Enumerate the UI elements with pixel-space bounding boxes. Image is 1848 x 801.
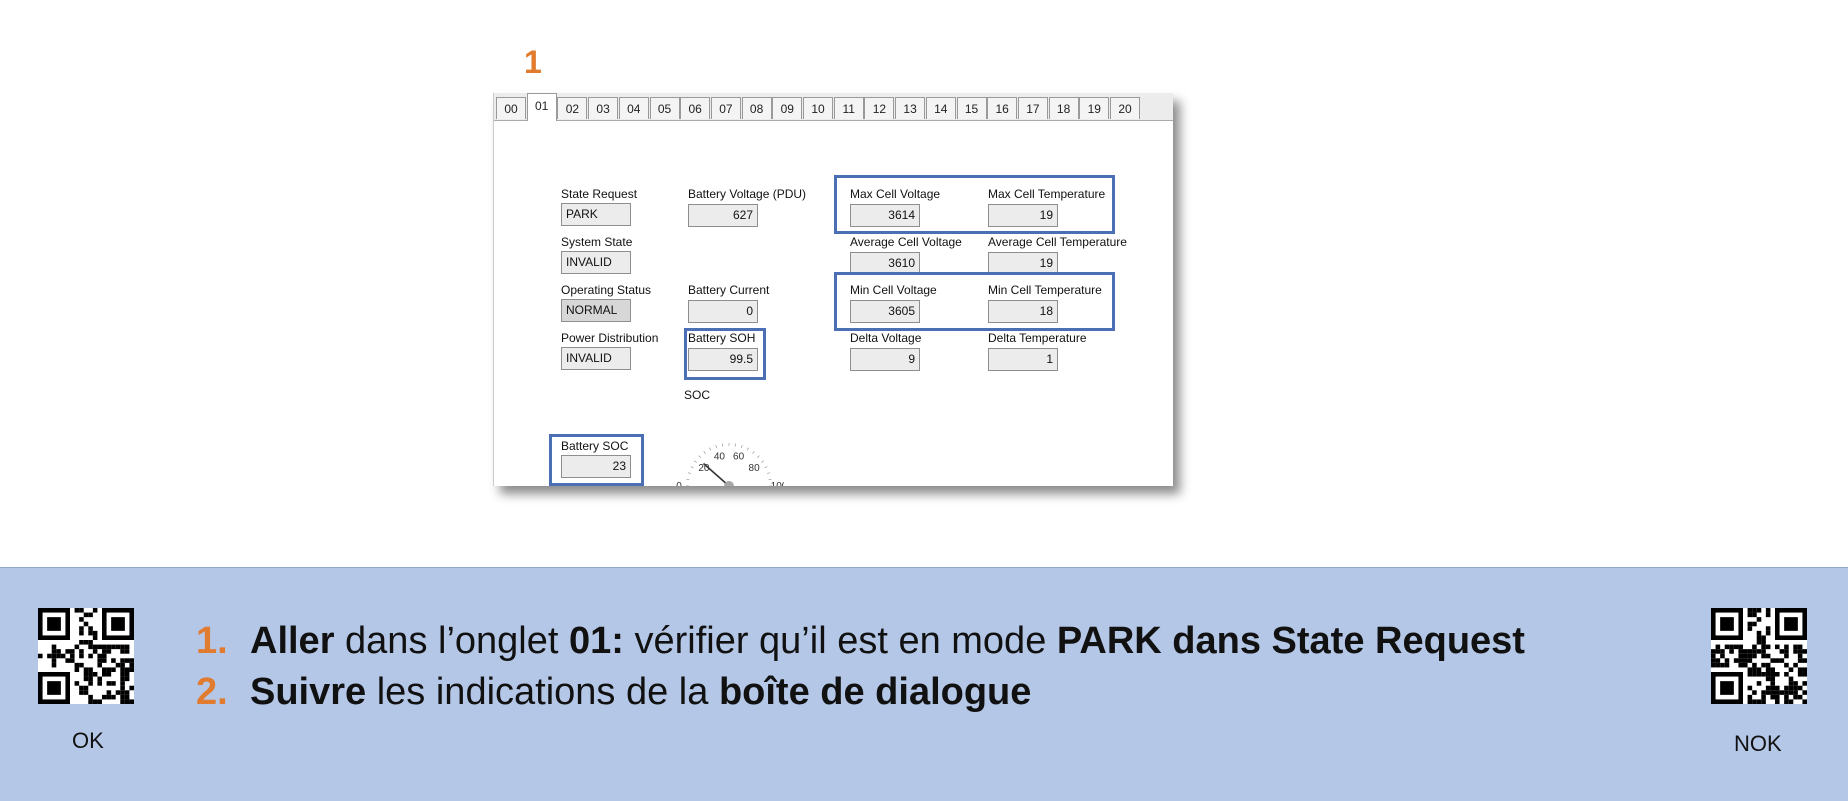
state-request-field[interactable]: PARK	[561, 203, 631, 226]
step-number: 1	[524, 44, 542, 81]
gauge-tick-label: 40	[714, 452, 726, 463]
delta-voltage-label: Delta Voltage	[850, 331, 921, 345]
tab-02[interactable]: 02	[557, 97, 587, 119]
avg-cell-voltage-label: Average Cell Voltage	[850, 235, 962, 249]
min-cell-highlight	[834, 272, 1115, 331]
tab-10[interactable]: 10	[803, 97, 833, 119]
power-distribution-field[interactable]: INVALID	[561, 347, 631, 370]
tab-04[interactable]: 04	[619, 97, 649, 119]
gauge-tick	[691, 466, 694, 467]
tab-05[interactable]: 05	[650, 97, 680, 119]
gauge-needle	[703, 464, 729, 486]
qr-nok-caption: NOK	[1734, 731, 1782, 757]
tab-strip: 0001020304050607080910111213141516171819…	[494, 93, 1173, 121]
tab-14[interactable]: 14	[926, 97, 956, 119]
gauge-tick	[757, 456, 759, 458]
step-1-tab: 01:	[569, 620, 624, 662]
step-2-text: les indications de la	[366, 671, 719, 713]
gauge-tick	[753, 451, 755, 453]
qr-code-nok-icon[interactable]	[1711, 608, 1807, 704]
tab-09[interactable]: 09	[772, 97, 802, 119]
gauge-tick-label: 100	[771, 481, 784, 486]
gauge-tick-label: 0	[676, 481, 682, 486]
gauge-tick	[699, 456, 701, 458]
battery-current-field[interactable]: 0	[688, 300, 758, 323]
tab-16[interactable]: 16	[987, 97, 1017, 119]
battery-soc-highlight	[549, 434, 644, 486]
gauge-hub	[724, 481, 734, 486]
tab-13[interactable]: 13	[895, 97, 925, 119]
operating-status-label: Operating Status	[561, 283, 651, 297]
tab-20[interactable]: 20	[1110, 97, 1140, 119]
gauge-tick	[688, 473, 691, 474]
soc-gauge: 020406080100	[674, 413, 784, 486]
gauge-tick	[709, 448, 710, 451]
gauge-tick	[765, 466, 768, 467]
gauge-tick	[747, 448, 748, 451]
step-1-mode: PARK dans State Request	[1057, 620, 1525, 662]
step-1-number: 1.	[196, 616, 250, 667]
power-distribution-label: Power Distribution	[561, 331, 658, 345]
delta-temperature-label: Delta Temperature	[988, 331, 1087, 345]
gauge-tick	[716, 445, 717, 448]
gauge-tick	[761, 461, 763, 463]
qr-ok-caption: OK	[72, 728, 104, 754]
gauge-tick	[704, 451, 706, 453]
instruction-footer: OK 1.Aller dans l’onglet 01: vérifier qu…	[0, 567, 1848, 801]
gauge-tick-label: 60	[733, 452, 745, 463]
battery-current-label: Battery Current	[688, 283, 769, 297]
tab-00[interactable]: 00	[496, 97, 526, 119]
step-1-text2: vérifier qu’il est en mode	[624, 620, 1057, 662]
instruction-step-1: 1.Aller dans l’onglet 01: vérifier qu’il…	[196, 616, 1525, 667]
tab-15[interactable]: 15	[957, 97, 987, 119]
gauge-tick-label: 80	[749, 463, 761, 474]
avg-cell-temperature-label: Average Cell Temperature	[988, 235, 1127, 249]
tab-19[interactable]: 19	[1079, 97, 1109, 119]
step-2-number: 2.	[196, 667, 250, 718]
tab-17[interactable]: 17	[1018, 97, 1048, 119]
step-2-dialog: boîte de dialogue	[719, 671, 1031, 713]
delta-temperature-field[interactable]: 1	[988, 348, 1058, 371]
system-state-field[interactable]: INVALID	[561, 251, 631, 274]
step-2-verb: Suivre	[250, 671, 366, 713]
system-state-label: System State	[561, 235, 632, 249]
tab-12[interactable]: 12	[864, 97, 894, 119]
tab-01[interactable]: 01	[527, 93, 557, 121]
operating-status-field[interactable]: NORMAL	[561, 299, 631, 322]
max-cell-highlight	[834, 175, 1115, 234]
tab-08[interactable]: 08	[742, 97, 772, 119]
delta-voltage-field[interactable]: 9	[850, 348, 920, 371]
tab-11[interactable]: 11	[834, 97, 864, 119]
gauge-tick	[767, 473, 770, 474]
instruction-step-2: 2.Suivre les indications de la boîte de …	[196, 667, 1525, 718]
instruction-list: 1.Aller dans l’onglet 01: vérifier qu’il…	[196, 616, 1525, 718]
tab-18[interactable]: 18	[1049, 97, 1079, 119]
gauge-tick	[741, 445, 742, 448]
battery-voltage-label: Battery Voltage (PDU)	[688, 187, 806, 201]
step-1-text: dans l’onglet	[334, 620, 569, 662]
battery-voltage-field[interactable]: 627	[688, 204, 758, 227]
soc-gauge-label: SOC	[684, 388, 710, 402]
battery-monitor-panel: 0001020304050607080910111213141516171819…	[493, 93, 1173, 486]
state-request-label: State Request	[561, 187, 637, 201]
tab-03[interactable]: 03	[588, 97, 618, 119]
tab-07[interactable]: 07	[711, 97, 741, 119]
gauge-tick	[694, 461, 696, 463]
battery-soh-highlight	[684, 328, 766, 380]
step-1-verb: Aller	[250, 620, 334, 662]
tab-06[interactable]: 06	[680, 97, 710, 119]
qr-code-ok-icon[interactable]	[38, 608, 134, 704]
